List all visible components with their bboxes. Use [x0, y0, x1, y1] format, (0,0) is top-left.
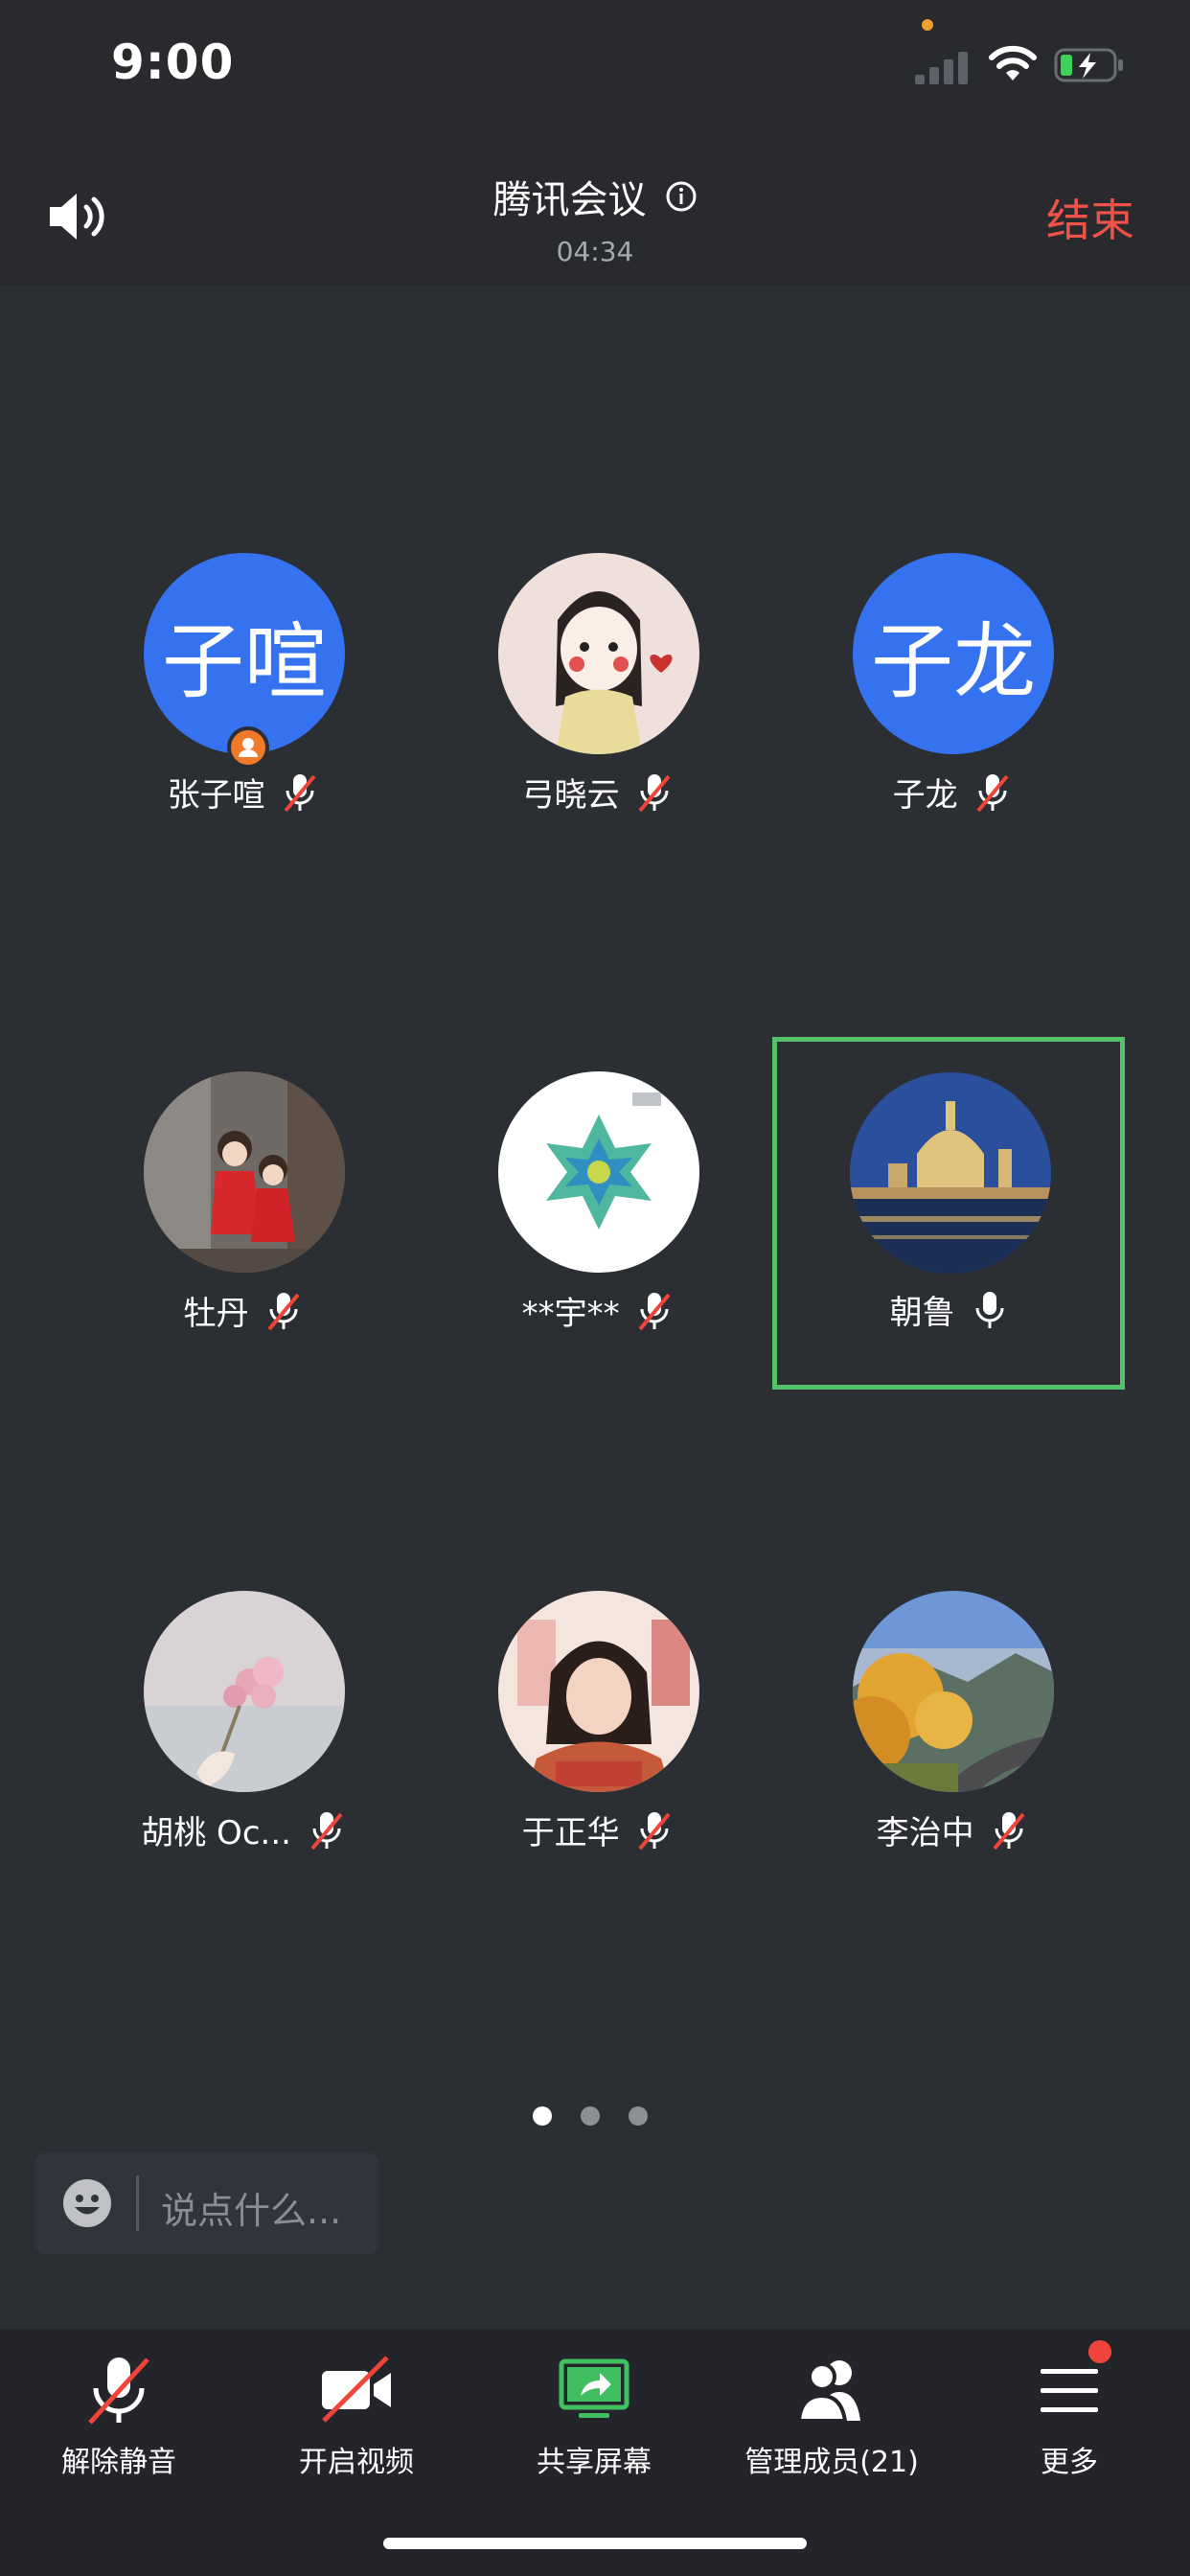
mic-muted-icon: [638, 1292, 671, 1330]
mic-muted-icon: [88, 2358, 149, 2425]
participant-name-row: 于正华: [397, 1806, 799, 1853]
wifi-icon: [989, 45, 1037, 80]
meeting-duration: 04:34: [556, 236, 634, 267]
avatar: [498, 1071, 699, 1273]
participant-name: 子龙: [892, 776, 958, 815]
participant-tile[interactable]: 牡丹: [42, 1036, 395, 1389]
participant-tile[interactable]: 李治中: [751, 1555, 1104, 1908]
participant-name: 朝鲁: [889, 1294, 955, 1332]
status-bar: 9:00: [0, 0, 1190, 144]
mic-in-use-dot: [922, 19, 933, 31]
end-meeting-button[interactable]: 结束: [1046, 186, 1134, 249]
participant-name: 胡桃 Oc...: [141, 1814, 291, 1852]
participant-name-row: 张子喧: [42, 769, 445, 816]
participant-name-row: 弓晓云: [397, 769, 799, 816]
avatar: [850, 1072, 1051, 1274]
mic-muted-icon: [638, 1811, 671, 1850]
avatar: [144, 1591, 345, 1792]
participant-name: 弓晓云: [521, 776, 620, 815]
manage-members-label: 管理成员(21): [744, 2446, 919, 2479]
chat-input[interactable]: 说点什么...: [34, 2152, 379, 2254]
host-icon: [227, 726, 269, 769]
mic-on-icon: [975, 1291, 1004, 1328]
start-video-label: 开启视频: [299, 2446, 414, 2479]
participant-tile[interactable]: 子喧 张子喧: [42, 518, 395, 870]
participant-name-row: 子龙: [751, 769, 1154, 816]
share-screen-button[interactable]: 共享屏幕: [475, 2329, 713, 2492]
emoji-icon[interactable]: [61, 2177, 113, 2229]
more-label: 更多: [1041, 2446, 1098, 2479]
participant-name: 牡丹: [183, 1295, 249, 1333]
video-off-icon: [322, 2356, 391, 2423]
avatar: [144, 1071, 345, 1273]
home-indicator[interactable]: [383, 2538, 807, 2549]
unmute-label: 解除静音: [61, 2446, 176, 2479]
mic-muted-icon: [267, 1292, 300, 1330]
more-button[interactable]: 更多: [950, 2329, 1188, 2492]
page-dot[interactable]: [581, 2106, 600, 2126]
start-video-button[interactable]: 开启视频: [238, 2329, 475, 2492]
chat-divider: [136, 2175, 139, 2231]
meeting-title-group[interactable]: 腾讯会议: [0, 169, 1190, 224]
participant-name: **宇**: [521, 1295, 620, 1333]
avatar: [498, 1591, 699, 1792]
meeting-title: 腾讯会议: [492, 178, 647, 222]
meeting-header: 腾讯会议 04:34 结束: [0, 144, 1190, 286]
avatar: 子龙: [853, 553, 1054, 754]
participant-tile[interactable]: **宇**: [397, 1036, 749, 1389]
mic-muted-icon: [638, 773, 671, 812]
page-dot[interactable]: [629, 2106, 648, 2126]
avatar: 子喧: [144, 553, 345, 754]
participant-tile[interactable]: 于正华: [397, 1555, 749, 1908]
participant-name-row: 牡丹: [42, 1287, 445, 1334]
signal-icon: [915, 50, 973, 84]
avatar: [853, 1591, 1054, 1792]
avatar: [498, 553, 699, 754]
participant-tile[interactable]: 胡桃 Oc...: [42, 1555, 395, 1908]
page-dot-active[interactable]: [533, 2106, 552, 2126]
participant-tile[interactable]: 弓晓云: [397, 518, 749, 870]
participant-name: 李治中: [876, 1814, 974, 1852]
participant-name: 张子喧: [167, 776, 265, 815]
info-icon[interactable]: [665, 180, 698, 213]
participant-name: 于正华: [521, 1814, 620, 1852]
participant-tile-speaking[interactable]: 朝鲁: [772, 1037, 1125, 1390]
participant-name-row: 胡桃 Oc...: [42, 1806, 445, 1853]
manage-members-button[interactable]: 管理成员(21): [713, 2329, 950, 2492]
menu-icon: [1041, 2369, 1098, 2412]
participant-name-row: 朝鲁: [748, 1286, 1151, 1333]
mic-muted-icon: [310, 1811, 343, 1850]
participant-tile[interactable]: 子龙 子龙: [751, 518, 1104, 870]
members-icon: [796, 2360, 860, 2423]
share-screen-label: 共享屏幕: [537, 2446, 652, 2479]
notification-dot: [1088, 2340, 1111, 2363]
mic-muted-icon: [976, 773, 1009, 812]
battery-icon: [1054, 48, 1123, 82]
participant-name-row: **宇**: [397, 1287, 799, 1334]
chat-placeholder: 说点什么...: [161, 2190, 342, 2232]
mic-muted-icon: [284, 773, 316, 812]
participant-name-row: 李治中: [751, 1806, 1154, 1853]
mic-muted-icon: [993, 1811, 1025, 1850]
status-time: 9:00: [111, 34, 235, 90]
share-screen-icon: [559, 2358, 629, 2418]
unmute-button[interactable]: 解除静音: [0, 2329, 238, 2492]
